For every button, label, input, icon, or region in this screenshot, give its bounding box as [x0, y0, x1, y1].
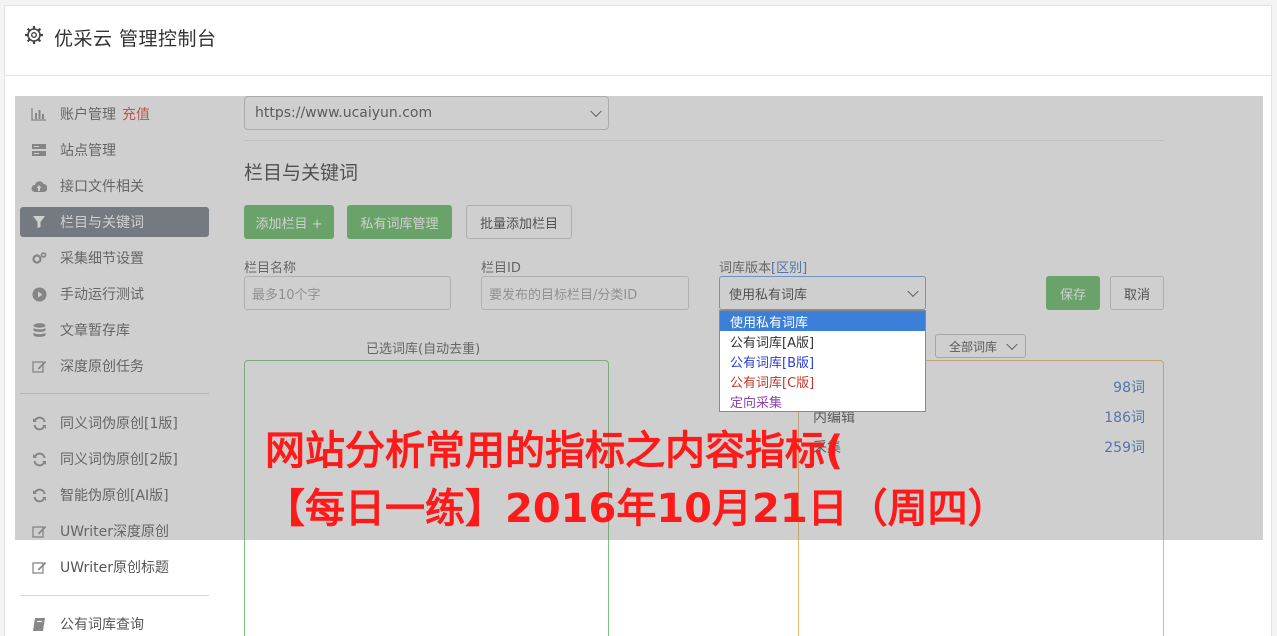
lib-filter-value: 全部词库 — [949, 339, 998, 354]
site-select[interactable]: https://www.ucaiyun.com — [244, 96, 609, 130]
sidebar-item-uwriter-title[interactable]: UWriter原创标题 — [20, 552, 209, 582]
sidebar-item-label: 站点管理 — [60, 143, 116, 159]
cancel-button[interactable]: 取消 — [1110, 276, 1164, 310]
sidebar-item-label: UWriter深度原创 — [60, 524, 169, 540]
sidebar-item-article-storage[interactable]: 文章暂存库 — [20, 315, 209, 345]
private-lib-button[interactable]: 私有词库管理 — [347, 205, 452, 239]
lib-filter-select[interactable]: 全部词库 — [935, 334, 1026, 358]
sidebar-item-sites[interactable]: 站点管理 — [20, 135, 209, 165]
sidebar-item-interface-files[interactable]: 接口文件相关 — [20, 171, 209, 201]
sidebar-item-synonym-v1[interactable]: 同义词伪原创[1版] — [20, 408, 209, 438]
chevron-down-icon — [1006, 338, 1018, 351]
save-button[interactable]: 保存 — [1046, 276, 1100, 310]
sidebar-item-synonym-v2[interactable]: 同义词伪原创[2版] — [20, 444, 209, 474]
sidebar-item-ai-rewrite[interactable]: 智能伪原创[AI版] — [20, 480, 209, 510]
batch-add-button[interactable]: 批量添加栏目 — [466, 205, 572, 239]
promo-title-line2: 【每日一练】2016年10月21日（周四） — [265, 486, 1008, 532]
sidebar-item-account[interactable]: 账户管理 充值 — [20, 99, 209, 129]
sidebar-item-label: 接口文件相关 — [60, 179, 144, 195]
column-name-label: 栏目名称 — [244, 261, 297, 276]
add-column-button[interactable]: 添加栏目 + — [244, 205, 334, 239]
sidebar-item-label: 同义词伪原创[2版] — [60, 452, 178, 468]
sidebar-item-label: 栏目与关键词 — [60, 215, 144, 231]
version-select[interactable]: 使用私有词库 — [719, 276, 926, 310]
sidebar-item-columns-keywords[interactable]: 栏目与关键词 — [20, 207, 209, 237]
sidebar-item-label: 文章暂存库 — [60, 323, 130, 339]
sidebar-item-label: 深度原创任务 — [60, 359, 144, 375]
column-id-label: 栏目ID — [481, 261, 521, 276]
bar-chart-icon — [31, 106, 47, 122]
recharge-link[interactable]: 充值 — [122, 104, 150, 124]
app-header: 优采云 管理控制台 — [5, 6, 1271, 76]
column-id-input[interactable]: 要发布的目标栏目/分类ID — [481, 276, 689, 310]
version-diff-link[interactable]: [区别] — [771, 261, 807, 276]
database-icon — [31, 322, 47, 338]
version-option[interactable]: 公有词库[A版] — [720, 331, 925, 351]
sidebar-item-label: 公有词库查询 — [60, 617, 144, 633]
refresh-icon — [31, 451, 47, 467]
lib-row-count: 98词 — [1113, 380, 1145, 396]
version-select-value: 使用私有词库 — [729, 287, 808, 303]
sidebar-item-label: UWriter原创标题 — [60, 560, 169, 576]
sidebar-item-manual-run[interactable]: 手动运行测试 — [20, 279, 209, 309]
sidebar-item-label: 采集细节设置 — [60, 251, 144, 267]
section-title: 栏目与关键词 — [244, 162, 359, 184]
sidebar-divider — [20, 595, 209, 596]
sidebar-item-label: 手动运行测试 — [60, 287, 144, 303]
lib-row-count: 259词 — [1104, 440, 1145, 456]
sidebar-item-public-lib-query[interactable]: 公有词库查询 — [20, 609, 209, 636]
chevron-down-icon — [907, 285, 919, 298]
edit-icon — [31, 559, 47, 575]
play-circle-icon — [31, 286, 47, 302]
version-option[interactable]: 定向采集 — [720, 391, 925, 411]
sidebar-item-uwriter-deep[interactable]: UWriter深度原创 — [20, 516, 209, 546]
column-name-input[interactable]: 最多10个字 — [244, 276, 451, 310]
sidebar-item-label: 账户管理 — [60, 107, 116, 123]
section-divider — [244, 140, 1164, 141]
version-dropdown[interactable]: 使用私有词库 公有词库[A版] 公有词库[B版] 公有词库[C版] 定向采集 — [719, 310, 926, 412]
version-option[interactable]: 公有词库[C版] — [720, 371, 925, 391]
cogs-icon — [31, 250, 47, 266]
server-icon — [31, 142, 47, 158]
edit-icon — [31, 523, 47, 539]
promo-title-line1: 网站分析常用的指标之内容指标( — [265, 428, 844, 474]
gear-icon — [25, 26, 43, 44]
page-title: 优采云 管理控制台 — [54, 28, 217, 50]
lib-row[interactable]: 采集 259词 — [799, 437, 1163, 457]
version-label: 词库版本[区别] — [719, 257, 807, 276]
filter-icon — [31, 214, 47, 230]
sidebar-item-label: 同义词伪原创[1版] — [60, 416, 178, 432]
sidebar-item-label: 智能伪原创[AI版] — [60, 488, 169, 504]
version-label-text: 词库版本 — [719, 261, 772, 276]
lib-row-count: 186词 — [1104, 410, 1145, 426]
version-option[interactable]: 公有词库[B版] — [720, 351, 925, 371]
selected-lib-label: 已选词库(自动去重) — [366, 342, 481, 357]
refresh-icon — [31, 487, 47, 503]
cloud-upload-icon — [31, 178, 47, 194]
book-icon — [31, 616, 47, 632]
sidebar-divider — [20, 393, 209, 394]
refresh-icon — [31, 415, 47, 431]
site-select-value: https://www.ucaiyun.com — [255, 105, 433, 121]
sidebar-item-collect-settings[interactable]: 采集细节设置 — [20, 243, 209, 273]
version-option[interactable]: 使用私有词库 — [720, 311, 925, 331]
sidebar-item-deep-original[interactable]: 深度原创任务 — [20, 351, 209, 381]
chevron-down-icon — [590, 105, 602, 118]
edit-icon — [31, 358, 47, 374]
